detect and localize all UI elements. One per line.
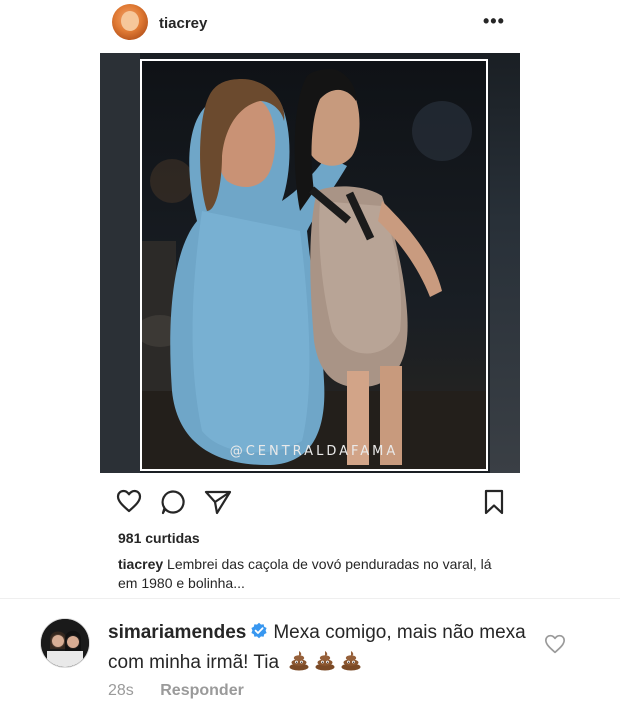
pile-of-poo-emoji [289, 651, 309, 671]
post-caption: tiacrey Lembrei das caçola de vovó pendu… [118, 555, 498, 593]
pile-of-poo-emoji [341, 651, 361, 671]
section-divider [0, 598, 620, 599]
more-options-icon[interactable]: ••• [483, 12, 505, 30]
post-image[interactable]: @CENTRALDAFAMA [100, 53, 520, 473]
verified-badge-icon [251, 622, 267, 639]
commenter-avatar-image [41, 619, 89, 667]
comment-timestamp: 28s [108, 682, 134, 699]
post-header: tiacrey ••• [100, 0, 520, 50]
concert-photo-illustration [142, 69, 486, 469]
post-author-avatar[interactable] [112, 4, 148, 40]
commenter-avatar[interactable] [40, 618, 90, 668]
pile-of-poo-emoji [315, 651, 335, 671]
comment-username[interactable]: simariamendes [108, 622, 246, 643]
heart-outline-icon[interactable] [116, 489, 142, 513]
caption-username[interactable]: tiacrey [118, 556, 163, 572]
comment-body: simariamendes Mexa comigo, mais não mexa… [108, 618, 528, 678]
image-watermark: @CENTRALDAFAMA [229, 444, 399, 459]
image-right-crowd [490, 53, 520, 473]
post-author-username[interactable]: tiacrey [159, 15, 207, 32]
reply-button[interactable]: Responder [160, 682, 244, 699]
comment-row: simariamendes Mexa comigo, mais não mexa… [0, 612, 620, 722]
caption-text: Lembrei das caçola de vovó penduradas no… [118, 556, 492, 591]
like-count[interactable]: 981 curtidas [118, 530, 200, 546]
small-heart-icon[interactable] [544, 634, 566, 654]
paper-plane-icon[interactable] [204, 489, 232, 515]
bookmark-icon[interactable] [484, 489, 504, 515]
image-left-strip [100, 53, 140, 473]
post-action-bar [100, 483, 520, 523]
comment-meta: 28s Responder [108, 682, 244, 700]
comment-bubble-icon[interactable] [160, 489, 186, 515]
instagram-post: tiacrey ••• @CENTRALDAFAMA 981 curtidas … [100, 0, 520, 600]
image-inner-frame: @CENTRALDAFAMA [140, 59, 488, 471]
